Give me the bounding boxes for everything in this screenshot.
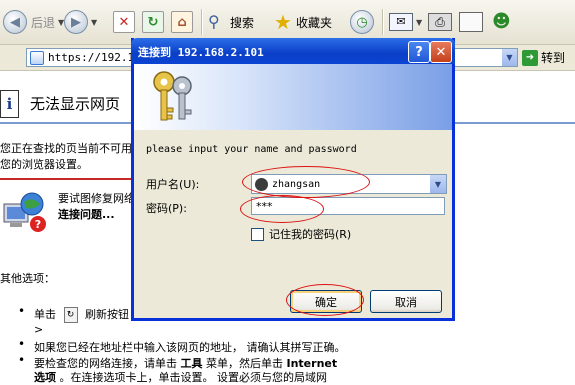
bullet-refresh-continuation: > <box>34 323 44 336</box>
dialog-banner <box>134 64 452 130</box>
address-url: https://192.16 <box>48 51 141 64</box>
network-icon: ? <box>3 192 46 232</box>
forward-button[interactable]: ▶ ▼ <box>64 8 97 36</box>
toolbar-separator <box>382 9 384 35</box>
bullet-icon: • <box>18 337 26 351</box>
bullet4-options: 选项 <box>34 371 56 384</box>
username-label: 用户名(U): <box>146 178 200 191</box>
bullet-refresh: 单击 ↻ 刷新按钮 <box>34 306 129 323</box>
bullet-network-check-line2: 选项 。在连接选项卡上，单击设置。 设置必须与您的局域网 <box>34 369 327 385</box>
username-value: zhangsan <box>272 178 321 190</box>
ok-button[interactable]: 确定 <box>290 290 362 313</box>
messenger-icon: ☻ <box>492 11 511 32</box>
forward-dropdown-icon[interactable]: ▼ <box>91 18 97 27</box>
troubleshoot-text: 要试图修复网络 连接问题... <box>58 190 135 222</box>
toolbar-separator <box>201 9 203 35</box>
mail-button[interactable]: ✉ ▼ <box>389 8 422 36</box>
home-button[interactable]: ⌂ <box>171 8 193 36</box>
refresh-button[interactable]: ↻ <box>142 8 164 36</box>
favorites-label: 收藏夹 <box>295 15 332 30</box>
go-arrow-icon: ➜ <box>522 49 538 66</box>
user-icon <box>255 177 268 191</box>
search-label: 搜索 <box>230 15 255 30</box>
other-options-heading: 其他选项： <box>0 272 55 285</box>
dialog-prompt: please input your name and password <box>146 144 357 155</box>
search-icon: ⚲ <box>208 12 220 31</box>
address-dropdown-icon[interactable]: ▼ <box>502 49 517 66</box>
keys-icon <box>153 71 192 121</box>
print-icon: ⎙ <box>428 13 452 31</box>
edit-button[interactable] <box>459 8 483 36</box>
error-description-line2: 您的浏览器设置。 <box>0 158 88 171</box>
bullet-refresh-suffix: 刷新按钮 <box>85 308 129 321</box>
section-divider <box>0 178 134 180</box>
home-icon: ⌂ <box>171 11 193 33</box>
bullet-icon: • <box>18 304 26 318</box>
svg-text:?: ? <box>35 218 41 231</box>
back-arrow-icon: ◀ <box>3 10 27 34</box>
error-description-line1: 您正在查找的页当前不可用 <box>0 142 132 155</box>
info-icon: i <box>0 90 19 118</box>
favorites-button[interactable]: ★ 收藏夹 <box>274 8 332 36</box>
troubleshoot-link[interactable]: 连接问题... <box>58 206 135 222</box>
page-icon <box>30 50 44 65</box>
remember-checkbox[interactable] <box>251 227 264 241</box>
remember-password-option[interactable]: 记住我的密码(R) <box>251 226 351 242</box>
password-field[interactable]: *** <box>251 197 445 215</box>
troubleshoot-line1: 要试图修复网络 <box>58 192 135 205</box>
edit-icon <box>459 12 483 32</box>
refresh-icon[interactable]: ↻ <box>63 307 78 323</box>
forward-arrow-icon: ▶ <box>64 10 88 34</box>
history-icon: ◷ <box>350 10 374 34</box>
remember-label: 记住我的密码(R) <box>269 228 352 241</box>
username-dropdown-icon[interactable]: ▼ <box>430 175 446 193</box>
help-button[interactable]: ? <box>408 41 430 63</box>
stop-icon: ✕ <box>113 11 135 33</box>
mail-icon: ✉ <box>389 13 413 31</box>
bullet-address-check: 如果您已经在地址栏中输入该网页的地址， 请确认其拼写正确。 <box>34 341 346 354</box>
bullet-icon: • <box>18 353 26 367</box>
username-combobox[interactable]: zhangsan ▼ <box>251 174 447 194</box>
bullet4-text: 。在连接选项卡上，单击设置。 设置必须与您的局域网 <box>59 371 328 384</box>
cancel-button[interactable]: 取消 <box>370 290 442 313</box>
go-label: 转到 <box>541 51 566 65</box>
print-button[interactable]: ⎙ <box>428 8 452 36</box>
bullet-refresh-prefix: 单击 <box>34 308 56 321</box>
password-label: 密码(P): <box>146 202 187 215</box>
history-button[interactable]: ◷ <box>350 8 374 36</box>
messenger-button[interactable]: ☻ <box>492 8 511 36</box>
refresh-icon: ↻ <box>142 11 164 33</box>
back-label: 后退 <box>31 15 56 30</box>
stop-button[interactable]: ✕ <box>113 8 135 36</box>
go-button[interactable]: ➜ 转到 <box>522 49 565 66</box>
mail-dropdown-icon[interactable]: ▼ <box>416 18 422 27</box>
dialog-titlebar[interactable]: 连接到 192.168.2.101 ? ✕ <box>131 38 455 64</box>
back-button[interactable]: ◀ 后退 ▼ <box>3 8 64 36</box>
page-title: 无法显示网页 <box>30 95 121 113</box>
favorites-star-icon: ★ <box>274 10 292 34</box>
search-button[interactable]: ⚲ 搜索 <box>208 8 254 36</box>
dialog-title: 连接到 192.168.2.101 <box>138 46 264 59</box>
login-dialog: 连接到 192.168.2.101 ? ✕ please input your … <box>131 38 455 321</box>
close-button[interactable]: ✕ <box>430 41 452 63</box>
